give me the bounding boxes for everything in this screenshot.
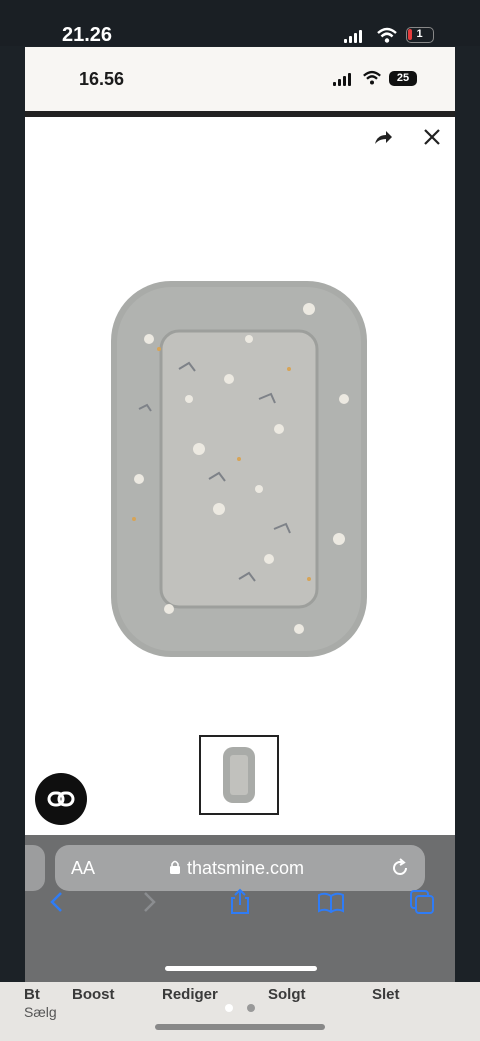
reload-icon[interactable] xyxy=(389,857,411,879)
inner-status-time: 16.56 xyxy=(79,69,125,89)
back-arrow-icon[interactable] xyxy=(42,887,72,917)
outer-signal-icon xyxy=(344,30,362,43)
outer-status-bar: 21.26 1 xyxy=(0,0,480,46)
outer-home-indicator xyxy=(155,1024,325,1030)
bookmarks-icon[interactable] xyxy=(316,887,346,917)
inner-battery-icon: 25 xyxy=(389,71,417,86)
solgt-label[interactable]: Solgt xyxy=(268,986,306,1003)
background-subtitle-partial: Sælg xyxy=(24,1004,57,1020)
forward-arrow-icon[interactable] xyxy=(134,887,164,917)
previous-tab-preview[interactable] xyxy=(25,845,45,891)
product-thumbnail[interactable] xyxy=(199,735,279,815)
safari-toolbar: AA thatsmine.com xyxy=(25,835,455,982)
chat-button[interactable] xyxy=(35,773,87,825)
outer-wifi-icon xyxy=(377,27,397,43)
url-text: thatsmine.com xyxy=(187,858,305,878)
share-icon[interactable] xyxy=(225,887,255,917)
rediger-label[interactable]: Rediger xyxy=(162,986,218,1003)
close-icon[interactable] xyxy=(420,125,444,149)
thumbnail-image xyxy=(223,747,255,803)
inner-wifi-icon xyxy=(363,70,381,85)
inner-screenshot: 16.56 25 AA thatsmine.com xyxy=(25,47,455,982)
lock-icon xyxy=(170,860,180,874)
baby-nest-product-image xyxy=(111,281,367,657)
tabs-icon[interactable] xyxy=(407,887,437,917)
inner-status-bar: 16.56 25 xyxy=(25,47,455,111)
outer-battery-level: 1 xyxy=(416,28,423,40)
slet-label[interactable]: Slet xyxy=(372,986,400,1003)
outer-status-time: 21.26 xyxy=(62,24,113,46)
chat-link-icon xyxy=(47,791,75,807)
inner-signal-icon xyxy=(333,73,351,86)
inner-home-indicator xyxy=(165,966,317,971)
outer-battery-icon: 1 xyxy=(406,27,434,43)
share-arrow-icon[interactable] xyxy=(371,125,395,149)
address-bar[interactable]: AA thatsmine.com xyxy=(55,845,425,891)
page-dot xyxy=(247,1004,256,1012)
header-divider xyxy=(25,111,455,117)
page-indicator xyxy=(225,999,256,1017)
page-dot-active xyxy=(225,1004,233,1012)
boost-label[interactable]: Boost xyxy=(72,986,115,1003)
text-size-button[interactable]: AA xyxy=(71,858,95,879)
background-title-partial: Bt xyxy=(24,986,40,1003)
